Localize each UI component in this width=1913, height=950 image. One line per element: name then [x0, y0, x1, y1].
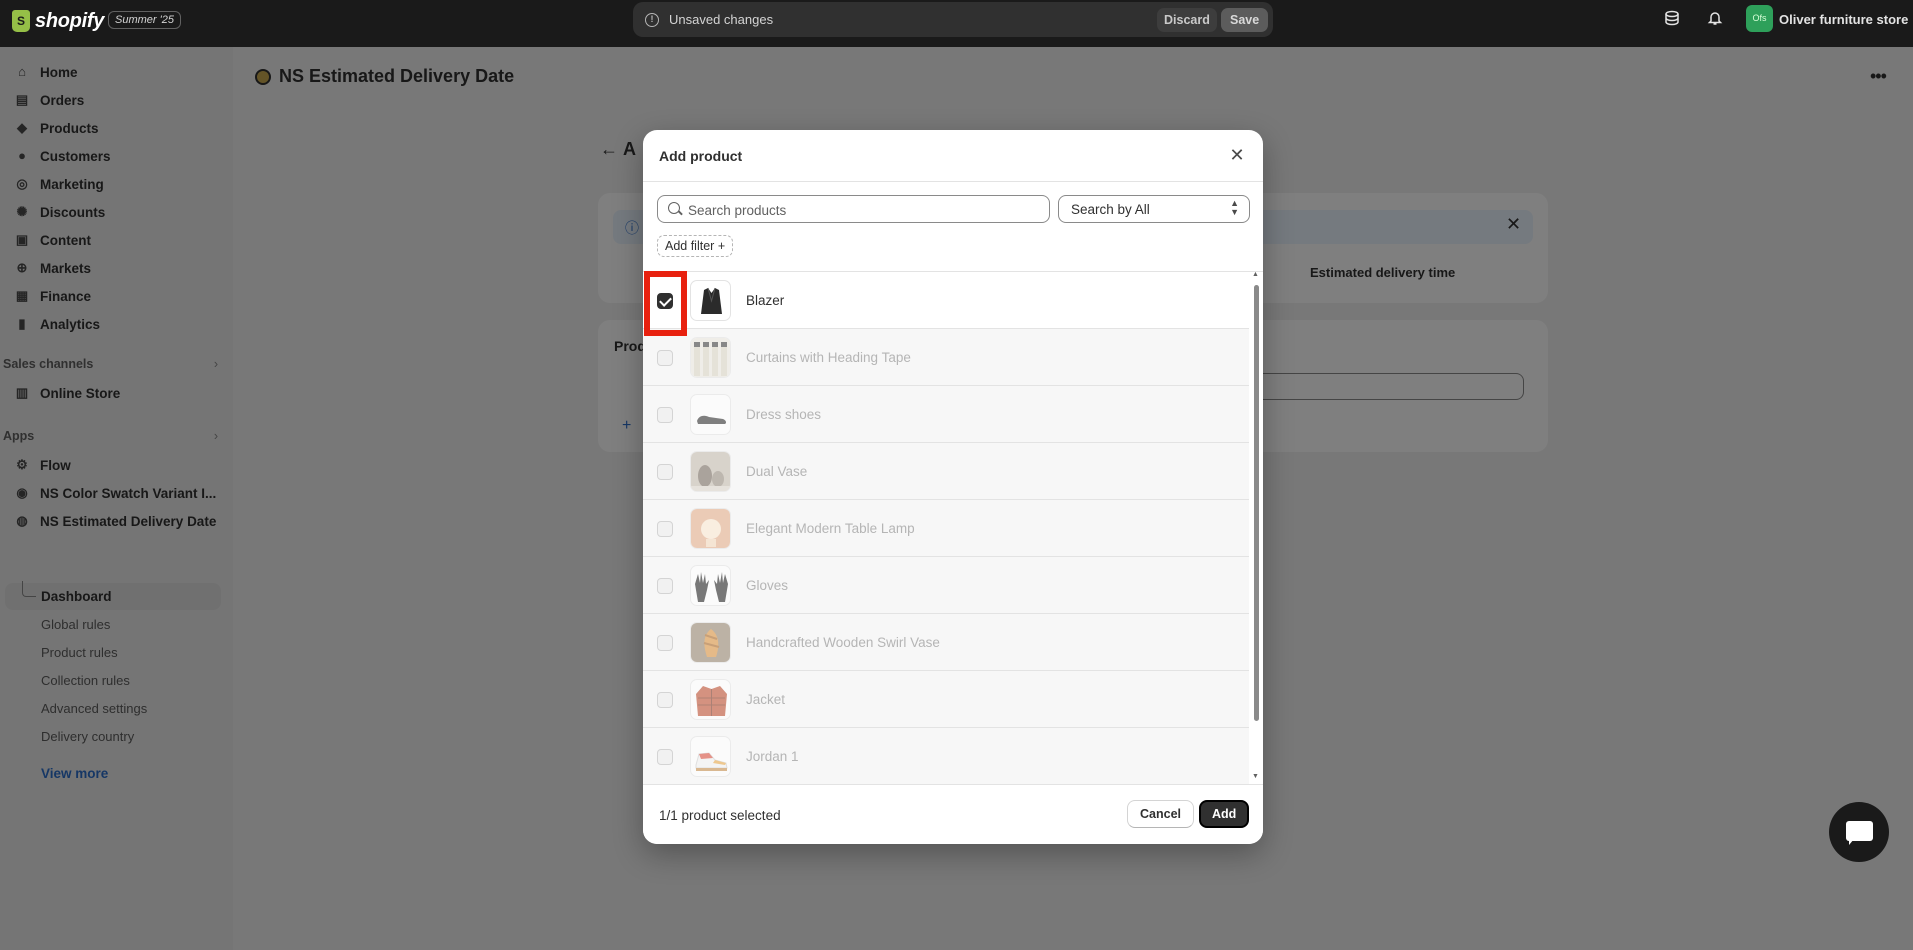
product-thumbnail	[690, 337, 731, 378]
info-icon: !	[645, 13, 659, 27]
product-name: Dual Vase	[746, 464, 808, 479]
edition-badge: Summer '25	[108, 11, 181, 29]
shopify-logo[interactable]: shopify	[12, 9, 104, 33]
product-name: Handcrafted Wooden Swirl Vase	[746, 635, 940, 650]
selected-count: 1/1 product selected	[659, 808, 781, 823]
scroll-down-arrow-icon[interactable]: ▼	[1252, 773, 1259, 780]
scrollbar-thumb[interactable]	[1254, 285, 1259, 721]
store-name[interactable]: Oliver furniture store	[1779, 12, 1908, 27]
product-row-blazer[interactable]: Blazer	[643, 272, 1249, 329]
product-thumbnail	[690, 679, 731, 720]
modal-footer: 1/1 product selected Cancel Add	[643, 784, 1263, 844]
checkbox-highlight-annotation	[644, 271, 687, 336]
product-name: Jacket	[746, 692, 786, 707]
product-thumbnail	[690, 394, 731, 435]
shopify-bag-icon	[12, 10, 30, 32]
product-checkbox[interactable]	[657, 407, 673, 423]
save-button[interactable]: Save	[1221, 8, 1269, 32]
top-bar: shopify Summer '25 ! Unsaved changes Dis…	[0, 0, 1913, 47]
unsaved-message: Unsaved changes	[669, 12, 774, 27]
product-thumbnail	[690, 565, 731, 606]
store-avatar[interactable]: Ofs	[1746, 5, 1773, 32]
modal-title: Add product	[659, 148, 743, 164]
add-filter-button[interactable]: Add filter +	[657, 235, 734, 257]
product-name: Dress shoes	[746, 407, 822, 422]
product-thumbnail	[690, 622, 731, 663]
product-name: Gloves	[746, 578, 789, 593]
product-checkbox[interactable]	[657, 635, 673, 651]
database-icon[interactable]	[1662, 10, 1682, 30]
plus-icon: +	[717, 239, 726, 253]
product-row-dual-vase[interactable]: Dual Vase	[643, 443, 1249, 500]
modal-header: Add product ✕	[643, 130, 1263, 182]
unsaved-changes-bar: ! Unsaved changes Discard Save	[633, 2, 1273, 37]
product-name: Curtains with Heading Tape	[746, 350, 911, 365]
product-row-table-lamp[interactable]: Elegant Modern Table Lamp	[643, 500, 1249, 557]
add-filter-label: Add filter	[665, 239, 715, 253]
discard-button[interactable]: Discard	[1157, 8, 1217, 32]
add-product-modal: Add product ✕ Search by All ▲▼ Add filte…	[643, 130, 1263, 844]
cancel-button[interactable]: Cancel	[1127, 800, 1194, 828]
product-row-jacket[interactable]: Jacket	[643, 671, 1249, 728]
select-chevron-icon: ▲ ▼	[1230, 198, 1239, 217]
product-checkbox[interactable]	[657, 578, 673, 594]
product-row-jordan-1[interactable]: Jordan 1	[643, 728, 1249, 784]
add-button[interactable]: Add	[1199, 800, 1250, 828]
product-checkbox[interactable]	[657, 464, 673, 480]
scroll-up-arrow-icon[interactable]: ▲	[1252, 271, 1259, 278]
product-row-gloves[interactable]: Gloves	[643, 557, 1249, 614]
chat-bubble-icon	[1846, 821, 1873, 845]
search-by-select[interactable]: Search by All ▲ ▼	[1058, 195, 1250, 223]
product-row-dress-shoes[interactable]: Dress shoes	[643, 386, 1249, 443]
product-row-swirl-vase[interactable]: Handcrafted Wooden Swirl Vase	[643, 614, 1249, 671]
product-checkbox[interactable]	[657, 692, 673, 708]
chat-button[interactable]	[1829, 802, 1889, 862]
search-by-value: Search by All	[1071, 202, 1150, 217]
close-icon[interactable]: ✕	[1225, 143, 1249, 167]
search-products-field[interactable]	[657, 195, 1050, 223]
bell-icon[interactable]	[1705, 10, 1725, 30]
product-checkbox[interactable]	[657, 350, 673, 366]
search-input[interactable]	[688, 200, 1038, 220]
search-icon	[668, 202, 680, 214]
product-list: Blazer Curtains with Heading Tape Dress …	[643, 272, 1249, 784]
product-thumbnail	[690, 508, 731, 549]
product-checkbox[interactable]	[657, 749, 673, 765]
product-name: Jordan 1	[746, 749, 799, 764]
product-thumbnail	[690, 451, 731, 492]
brand-name: shopify	[35, 9, 105, 32]
product-name: Blazer	[746, 293, 785, 308]
product-checkbox[interactable]	[657, 521, 673, 537]
product-row-curtains[interactable]: Curtains with Heading Tape	[643, 329, 1249, 386]
product-thumbnail	[690, 280, 731, 321]
product-name: Elegant Modern Table Lamp	[746, 521, 915, 536]
product-thumbnail	[690, 736, 731, 777]
